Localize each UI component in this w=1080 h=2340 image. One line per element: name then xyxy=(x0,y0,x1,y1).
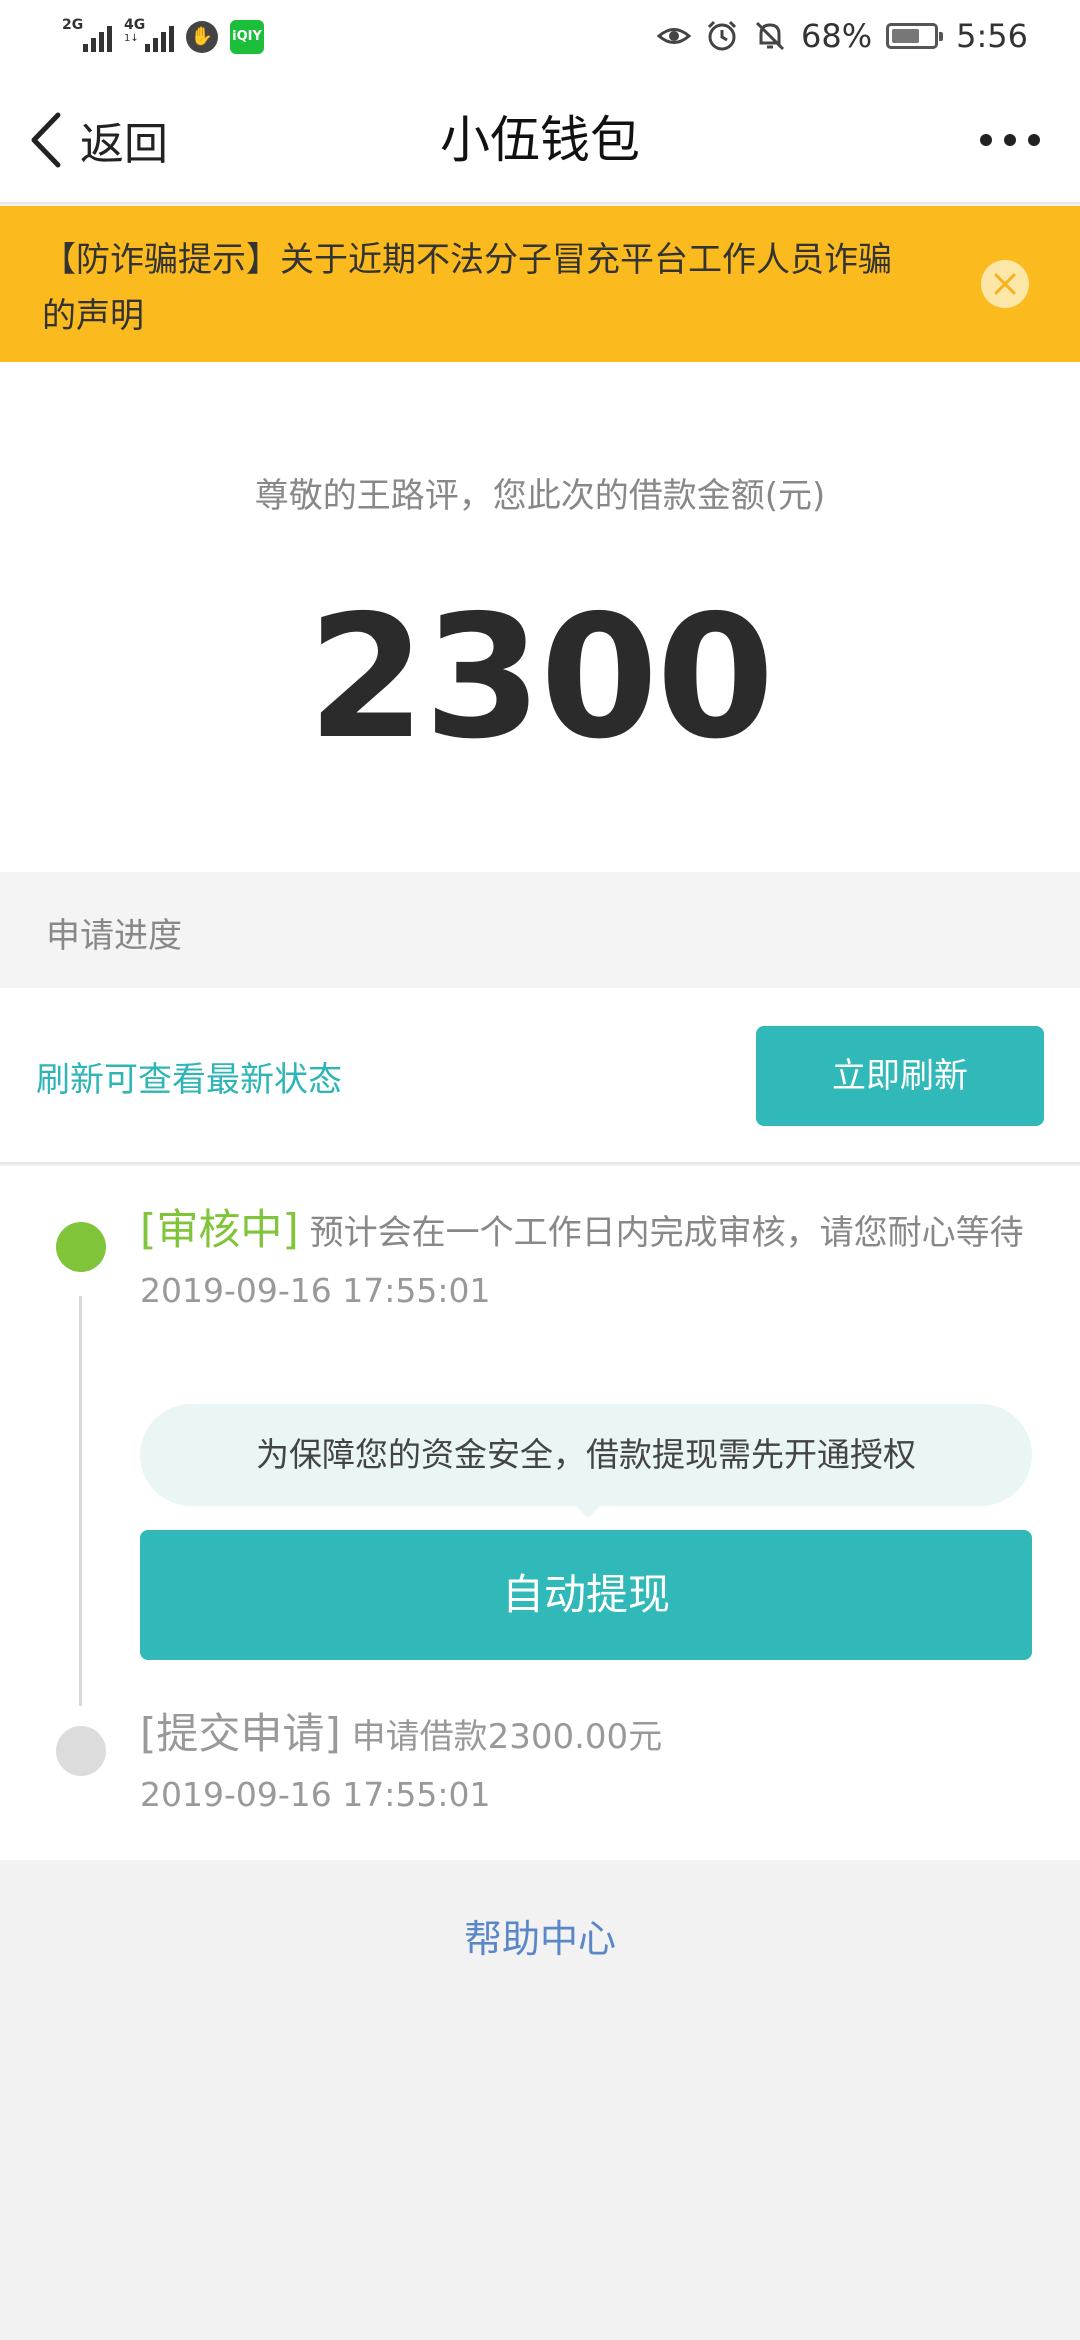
battery-icon xyxy=(886,23,944,49)
step-description: 预计会在一个工作日内完成审核，请您耐心等待 xyxy=(309,1213,1024,1253)
status-left: 2G 4G 1↓ ✋ iQIY xyxy=(62,18,264,54)
progress-header-label: 申请进度 xyxy=(46,916,182,956)
more-dots-icon xyxy=(1028,134,1040,146)
alarm-icon xyxy=(707,20,737,51)
help-center-link[interactable]: 帮助中心 xyxy=(0,1908,1080,1963)
loan-amount-section: 尊敬的王路评，您此次的借款金额(元) 2300 xyxy=(0,362,1080,872)
step-status-tag: [提交申请] xyxy=(140,1709,341,1758)
network-type-label: 4G xyxy=(124,17,146,33)
application-timeline: [审核中] 预计会在一个工作日内完成审核，请您耐心等待 2019-09-16 1… xyxy=(0,1166,1080,1860)
more-dots-icon xyxy=(1004,134,1016,146)
app-notification-icon: iQIY xyxy=(230,20,264,54)
hand-icon: ✋ xyxy=(186,21,218,53)
refresh-button[interactable]: 立即刷新 xyxy=(756,1026,1044,1126)
page-title: 小伍钱包 xyxy=(440,111,640,169)
loan-amount-label: 尊敬的王路评，您此次的借款金额(元) xyxy=(254,476,826,516)
step-description: 申请借款2300.00元 xyxy=(351,1717,663,1757)
loan-amount-value: 2300 xyxy=(307,579,774,777)
timeline-step-reviewing: [审核中] 预计会在一个工作日内完成审核，请您耐心等待 2019-09-16 1… xyxy=(140,1200,1040,1310)
more-button[interactable] xyxy=(980,120,1040,160)
status-bar: 2G 4G 1↓ ✋ iQIY 68% 5:56 xyxy=(0,0,1080,76)
progress-section-header: 申请进度 xyxy=(0,872,1080,988)
clock: 5:56 xyxy=(956,17,1028,55)
network-activity-label: 1↓ xyxy=(124,33,139,44)
bubble-tail xyxy=(572,1502,604,1518)
battery-level xyxy=(892,29,920,43)
fraud-notice-banner: 【防诈骗提示】关于近期不法分子冒充平台工作人员诈骗的声明 xyxy=(0,206,1080,362)
eye-icon xyxy=(657,28,692,44)
timeline-dot-done xyxy=(56,1726,106,1776)
battery-percent: 68% xyxy=(801,17,873,55)
network-type-label: 2G xyxy=(62,17,84,33)
close-icon xyxy=(994,273,1016,295)
refresh-row: 刷新可查看最新状态 立即刷新 xyxy=(0,988,1080,1164)
nav-bar: 返回 小伍钱包 xyxy=(0,76,1080,204)
mute-bell-icon xyxy=(755,21,785,51)
step-status-tag: [审核中] xyxy=(140,1205,299,1254)
timeline-line xyxy=(79,1296,82,1706)
signal-2g-icon: 2G xyxy=(62,18,112,54)
signal-4g-icon: 4G 1↓ xyxy=(124,18,174,54)
more-dots-icon xyxy=(980,134,992,146)
close-notice-button[interactable] xyxy=(981,260,1029,308)
status-right: 68% 5:56 xyxy=(657,16,1028,56)
refresh-hint: 刷新可查看最新状态 xyxy=(36,1060,342,1100)
timeline-step-submitted: [提交申请] 申请借款2300.00元 2019-09-16 17:55:01 xyxy=(140,1704,1040,1814)
auto-withdraw-button[interactable]: 自动提现 xyxy=(140,1530,1032,1660)
timeline-dot-active xyxy=(56,1222,106,1272)
step-timestamp: 2019-09-16 17:55:01 xyxy=(140,1271,491,1310)
step-timestamp: 2019-09-16 17:55:01 xyxy=(140,1775,491,1814)
authorization-notice: 为保障您的资金安全，借款提现需先开通授权 xyxy=(140,1404,1032,1506)
fraud-notice-text[interactable]: 【防诈骗提示】关于近期不法分子冒充平台工作人员诈骗的声明 xyxy=(42,232,922,344)
